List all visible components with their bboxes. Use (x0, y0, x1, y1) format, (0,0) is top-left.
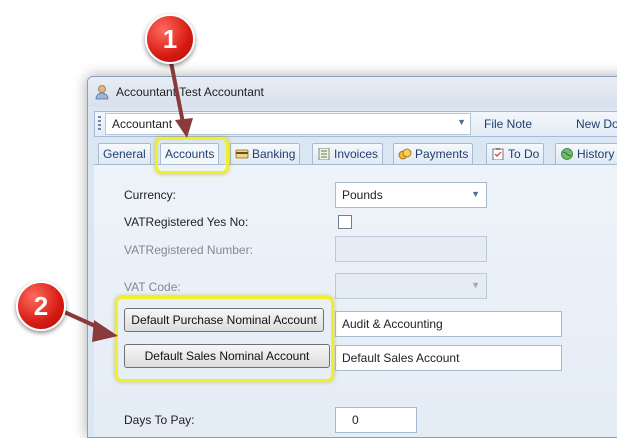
arrow-1-line (169, 60, 186, 130)
arrow-2-head (92, 320, 118, 342)
callout-2: 2 (16, 281, 66, 331)
callout-1: 1 (145, 14, 195, 64)
annotation-arrows (58, 60, 193, 342)
arrow-1-head (175, 118, 193, 138)
